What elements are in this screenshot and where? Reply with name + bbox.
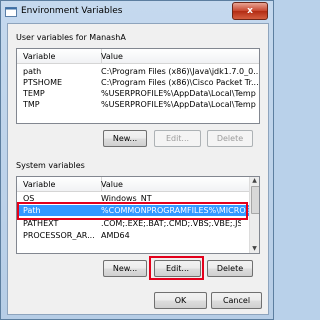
list-item[interactable]: TMP %USERPROFILE%\AppData\Local\Temp (17, 99, 259, 110)
list-item[interactable]: PTSHOME C:\Program Files (x86)\Cisco Pac… (17, 77, 259, 88)
title-bar[interactable]: Environment Variables x (1, 1, 273, 23)
variable-name: TMP (23, 100, 40, 109)
variable-value: %USERPROFILE%\AppData\Local\Temp (101, 100, 256, 109)
user-new-button[interactable]: New... (103, 130, 147, 147)
column-header-variable[interactable]: Variable (23, 52, 55, 61)
variable-name: path (23, 67, 42, 76)
column-header-value[interactable]: Value (101, 180, 123, 189)
column-header-variable[interactable]: Variable (23, 180, 55, 189)
variable-value: C:\Program Files (x86)\Cisco Packet Tr..… (101, 78, 259, 87)
window-title: Environment Variables (21, 6, 123, 16)
dialog-client-area: User variables for ManashA Variable Valu… (7, 23, 269, 315)
scroll-down-icon[interactable]: ▼ (251, 245, 258, 253)
cancel-button[interactable]: Cancel (211, 292, 262, 309)
variable-name: TEMP (23, 89, 45, 98)
close-button[interactable]: x (232, 2, 268, 20)
variable-value: C:\Program Files (x86)\Java\jdk1.7.0_0..… (101, 67, 259, 76)
user-list-header: Variable Value (17, 49, 259, 64)
variable-value: .COM;.EXE;.BAT;.CMD;.VBS;.VBE;.JS;... (101, 219, 241, 228)
ok-button[interactable]: OK (154, 292, 207, 309)
user-variables-list[interactable]: Variable Value path C:\Program Files (x8… (16, 48, 260, 124)
system-variables-list[interactable]: Variable Value OS Windows_NT Path %COMMO… (16, 176, 260, 254)
user-variables-label: User variables for ManashA (16, 33, 126, 42)
column-header-value[interactable]: Value (101, 52, 123, 61)
list-item[interactable]: TEMP %USERPROFILE%\AppData\Local\Temp (17, 88, 259, 99)
system-variables-label: System variables (16, 161, 85, 170)
list-item[interactable]: PROCESSOR_AR... AMD64 (17, 230, 259, 241)
list-item[interactable]: path C:\Program Files (x86)\Java\jdk1.7.… (17, 66, 259, 77)
user-edit-button[interactable]: Edit... (154, 130, 201, 147)
edit-button-highlight-box (149, 256, 204, 280)
environment-variables-dialog: Environment Variables x User variables f… (0, 0, 274, 320)
variable-name: PATHEXT (23, 219, 59, 228)
system-delete-button[interactable]: Delete (207, 260, 253, 277)
variable-name: PTSHOME (23, 78, 63, 87)
vertical-scrollbar[interactable]: ▲ ▼ (249, 177, 259, 253)
variable-value: AMD64 (101, 231, 130, 240)
variable-value: %USERPROFILE%\AppData\Local\Temp (101, 89, 256, 98)
scroll-up-icon[interactable]: ▲ (251, 177, 258, 185)
system-new-button[interactable]: New... (103, 260, 147, 277)
scroll-thumb[interactable] (251, 186, 259, 214)
variable-name: PROCESSOR_AR... (23, 231, 95, 240)
window-icon (5, 7, 17, 17)
user-delete-button[interactable]: Delete (207, 130, 253, 147)
system-list-header: Variable Value (17, 177, 259, 192)
list-item[interactable]: PATHEXT .COM;.EXE;.BAT;.CMD;.VBS;.VBE;.J… (17, 218, 259, 229)
